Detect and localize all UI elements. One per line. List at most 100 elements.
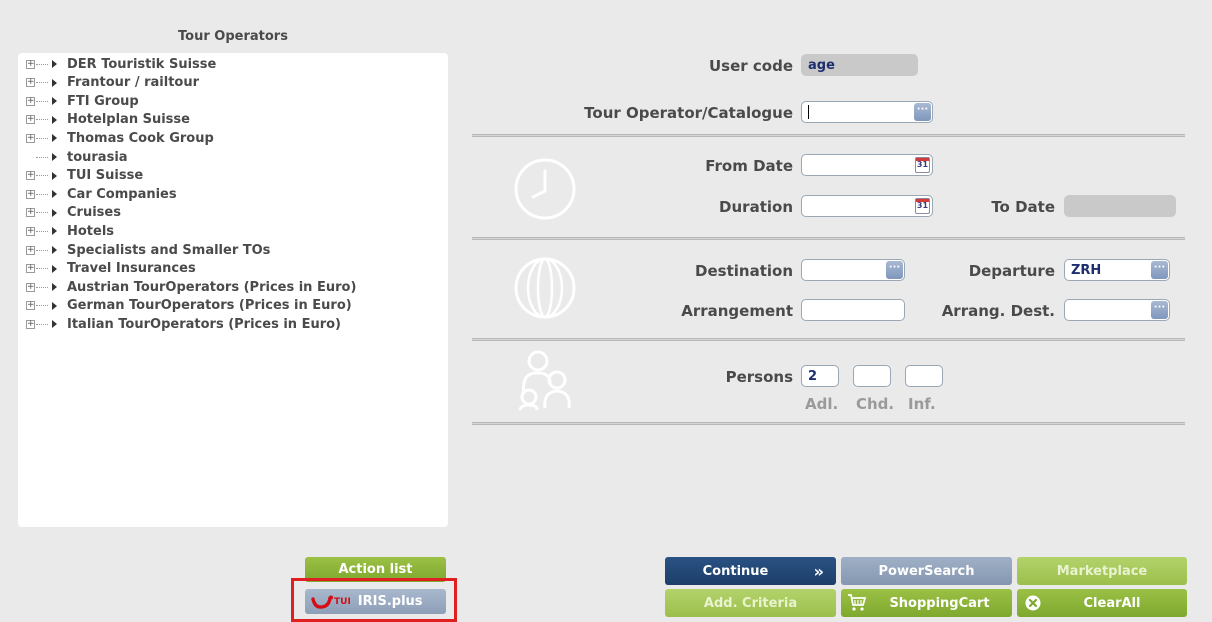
from-date-field[interactable]: 31 [801, 154, 933, 176]
persons-icon [513, 350, 579, 416]
tree-item[interactable]: + German TourOperators (Prices in Euro) [26, 297, 352, 315]
tree-connector [36, 175, 48, 177]
tree-item-label: Cruises [67, 205, 121, 221]
tree-connector [36, 193, 48, 195]
tree-connector [36, 268, 48, 270]
tree-item[interactable]: + DER Touristik Suisse [26, 55, 216, 73]
tree-item[interactable]: + Car Companies [26, 185, 177, 203]
section-divider [472, 237, 1185, 240]
expand-plus-icon[interactable]: + [26, 96, 35, 106]
tree-item-label: German TourOperators (Prices in Euro) [67, 298, 352, 314]
tree-item[interactable]: + Austrian TourOperators (Prices in Euro) [26, 278, 356, 296]
continue-label: Continue [702, 563, 769, 579]
expand-plus-icon[interactable]: + [26, 282, 35, 292]
caret-right-icon [52, 190, 57, 199]
destination-field[interactable]: ··· [801, 259, 905, 281]
tour-operator-dropdown-icon[interactable]: ··· [914, 103, 931, 121]
departure-value: ZRH [1071, 262, 1102, 278]
caret-right-icon [52, 246, 57, 254]
tree-item-label: DER Touristik Suisse [67, 56, 217, 72]
caret-right-icon [52, 171, 57, 180]
expand-plus-icon[interactable]: + [26, 59, 35, 69]
caret-right-icon [52, 301, 57, 310]
tree-connector [36, 119, 48, 121]
arrang-dest-field[interactable]: ··· [1064, 299, 1170, 321]
tree-item[interactable]: tourasia [26, 148, 128, 166]
double-chevron-icon: » [813, 561, 824, 581]
calendar-icon[interactable]: 31 [915, 198, 930, 214]
add-criteria-label: Add. Criteria [703, 595, 798, 611]
departure-field[interactable]: ZRH ··· [1064, 259, 1170, 281]
tree-item-label: FTI Group [67, 93, 139, 109]
shopping-cart-label: ShoppingCart [889, 595, 990, 611]
tree-item[interactable]: + TUI Suisse [26, 167, 143, 185]
tree-item[interactable]: + Hotelplan Suisse [26, 111, 190, 129]
duration-label: Duration [719, 198, 793, 216]
caret-right-icon [52, 227, 57, 236]
arrang-dest-dropdown-icon[interactable]: ··· [1151, 301, 1168, 319]
tree-item-label: Travel Insurances [67, 261, 196, 277]
expand-plus-icon[interactable]: + [26, 208, 35, 218]
caret-right-icon [52, 208, 57, 217]
marketplace-label: Marketplace [1056, 563, 1148, 579]
iris-plus-label: IRIS.plus [357, 594, 423, 609]
tree-item[interactable]: + Italian TourOperators (Prices in Euro) [26, 315, 341, 333]
to-date-field [1064, 195, 1176, 217]
caret-right-icon [52, 134, 57, 143]
adults-field[interactable]: 2 [801, 365, 839, 387]
expand-plus-icon[interactable]: + [26, 133, 35, 143]
tree-connector [36, 323, 48, 325]
caret-right-icon [52, 78, 57, 87]
tree-connector [36, 305, 48, 307]
caret-right-icon [52, 283, 57, 292]
caret-right-icon [52, 264, 57, 273]
tree-item[interactable]: + Thomas Cook Group [26, 129, 214, 147]
shopping-cart-button[interactable]: ShoppingCart [841, 589, 1012, 617]
departure-dropdown-icon[interactable]: ··· [1151, 261, 1168, 279]
tree-item[interactable]: + Travel Insurances [26, 260, 196, 278]
tree-item-label: Hotels [67, 223, 115, 239]
tree-item-label: Car Companies [67, 186, 177, 202]
tree-item[interactable]: + Cruises [26, 204, 121, 222]
tree-connector [36, 82, 48, 84]
expand-plus-icon[interactable]: + [26, 301, 35, 311]
children-field[interactable] [853, 365, 891, 387]
calendar-icon[interactable]: 31 [915, 157, 930, 173]
tree-item[interactable]: + Specialists and Smaller TOs [26, 241, 270, 259]
caret-right-icon [52, 97, 57, 106]
expand-plus-icon[interactable]: + [26, 78, 35, 88]
continue-button[interactable]: Continue » [665, 557, 836, 585]
expand-plus-icon[interactable]: + [26, 226, 35, 236]
expand-plus-icon[interactable]: + [26, 245, 35, 255]
clear-all-button[interactable]: ClearAll [1017, 589, 1187, 617]
expand-plus-icon[interactable]: + [26, 264, 35, 274]
expand-plus-icon[interactable]: + [26, 189, 35, 199]
from-date-label: From Date [705, 157, 793, 175]
marketplace-button: Marketplace [1017, 557, 1187, 585]
tree-item-label: Hotelplan Suisse [67, 112, 190, 128]
action-list-label: Action list [338, 562, 413, 577]
persons-label: Persons [725, 368, 793, 386]
user-code-label: User code [708, 57, 793, 75]
add-criteria-button: Add. Criteria [665, 589, 836, 617]
infants-field[interactable] [905, 365, 943, 387]
tour-operator-field[interactable]: ··· [801, 101, 933, 123]
tree-item[interactable]: + Hotels [26, 222, 114, 240]
duration-field[interactable]: 31 [801, 195, 933, 217]
tree-item[interactable]: + FTI Group [26, 92, 139, 110]
tree-connector [36, 137, 48, 139]
caret-right-icon [52, 60, 57, 68]
iris-plus-button[interactable]: TUI IRIS.plus [305, 589, 446, 614]
destination-label: Destination [695, 262, 793, 280]
arrangement-field[interactable] [801, 299, 905, 321]
expand-plus-icon[interactable]: + [26, 171, 35, 181]
text-cursor [808, 105, 809, 119]
arrang-dest-label: Arrang. Dest. [941, 302, 1055, 320]
tree-item-label: tourasia [67, 149, 128, 165]
expand-plus-icon[interactable]: + [26, 319, 35, 329]
expand-plus-icon[interactable]: + [26, 115, 35, 125]
tree-item[interactable]: + Frantour / railtour [26, 74, 199, 92]
destination-dropdown-icon[interactable]: ··· [886, 261, 903, 279]
powersearch-button[interactable]: PowerSearch [841, 557, 1012, 585]
tree-connector [36, 100, 48, 102]
